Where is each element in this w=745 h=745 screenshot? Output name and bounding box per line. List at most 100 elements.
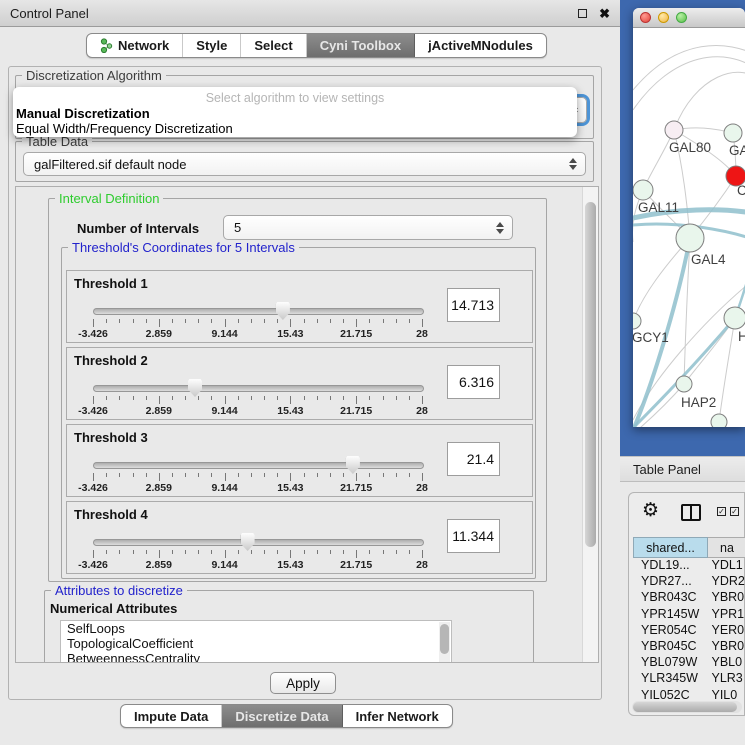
slider-tick [369, 396, 370, 400]
table-row[interactable]: YLR345W YLR3 [633, 671, 745, 687]
numerical-attributes-list[interactable]: SelfLoopsTopologicalCoefficientBetweenne… [60, 620, 452, 663]
apply-button[interactable]: Apply [270, 672, 336, 694]
tab-network[interactable]: Network [87, 34, 183, 57]
slider-tick [343, 473, 344, 477]
network-view-desktop: GAL80GACGAL11GAL4GCY1HHAP2 [620, 0, 745, 456]
slider-track[interactable] [93, 308, 424, 315]
attribute-list-item[interactable]: TopologicalCoefficient [61, 636, 451, 651]
network-node[interactable] [633, 180, 653, 200]
slider-tick [119, 396, 120, 400]
column-header-shared[interactable]: shared... [633, 537, 708, 558]
tab-discretize-data[interactable]: Discretize Data [222, 705, 342, 727]
list-scrollbar[interactable] [439, 622, 450, 663]
slider-tick [396, 473, 397, 477]
tab-style[interactable]: Style [183, 34, 241, 57]
slider-thumb[interactable] [276, 302, 290, 320]
network-node[interactable] [724, 307, 745, 329]
split-columns-icon[interactable] [681, 504, 701, 521]
table-row[interactable]: YER054C YER0 [633, 623, 745, 639]
slider-tick [304, 319, 305, 323]
slider-track[interactable] [93, 385, 424, 392]
tab-select[interactable]: Select [241, 34, 306, 57]
close-icon[interactable]: ✖ [599, 7, 610, 20]
gear-icon[interactable]: ⚙ [642, 499, 659, 521]
slider-thumb[interactable] [346, 456, 360, 474]
column-header-name[interactable]: na [708, 537, 745, 558]
cell-name: YBL0 [703, 655, 745, 671]
network-window[interactable]: GAL80GACGAL11GAL4GCY1HHAP2 [633, 8, 745, 427]
checkbox-icon[interactable]: ✓ [717, 507, 726, 516]
network-edge[interactable] [674, 72, 745, 130]
slider-tick [172, 550, 173, 554]
network-graph[interactable]: GAL80GACGAL11GAL4GCY1HHAP2 [633, 28, 745, 427]
cell-name: YER0 [703, 623, 745, 639]
network-node-label: GAL80 [669, 140, 711, 155]
slider-tick [343, 396, 344, 400]
tab-jactivemnodules[interactable]: jActiveMNodules [415, 34, 546, 57]
threshold-value-field[interactable]: 11.344 [447, 519, 500, 553]
threshold-value-field[interactable]: 14.713 [447, 288, 500, 322]
slider-tick [133, 550, 134, 554]
tab-impute-data[interactable]: Impute Data [121, 705, 222, 727]
network-node-label: H [738, 329, 745, 344]
slider-tick [238, 473, 239, 477]
network-node[interactable] [676, 376, 692, 392]
tab-infer-network[interactable]: Infer Network [343, 705, 452, 727]
slider-tick-label: 15.43 [277, 405, 303, 417]
popup-placeholder-option[interactable]: Select algorithm to view settings [13, 91, 577, 105]
slider-thumb[interactable] [188, 379, 202, 397]
slider-tick-label: 21.715 [340, 405, 372, 417]
table-row[interactable]: YBR045C YBR0 [633, 639, 745, 655]
slider-tick [133, 473, 134, 477]
table-row[interactable]: YDL19... YDL1 [633, 558, 745, 574]
table-data-combo[interactable]: galFiltered.sif default node [23, 152, 586, 176]
slider-tick [396, 550, 397, 554]
cyni-content-panel: Discretization Algorithm Table Data galF… [8, 66, 602, 700]
float-window-icon[interactable] [578, 9, 587, 18]
slider-tick [198, 473, 199, 477]
slider-tick [264, 550, 265, 554]
network-edge[interactable] [633, 45, 745, 90]
minimize-traffic-light-icon[interactable] [658, 12, 669, 23]
popup-option-equal-width[interactable]: Equal Width/Frequency Discretization [16, 121, 233, 136]
scrollbar-thumb[interactable] [585, 202, 596, 547]
threshold-label: Threshold 2 [74, 353, 148, 368]
slider-tick-label: 9.144 [211, 328, 237, 340]
network-node[interactable] [724, 124, 742, 142]
table-row[interactable]: YBL079W YBL0 [633, 655, 745, 671]
attribute-list-item[interactable]: BetweennessCentrality [61, 651, 451, 663]
table-row[interactable]: YBR043C YBR0 [633, 590, 745, 606]
slider-track[interactable] [93, 462, 424, 469]
tab-cyni-toolbox[interactable]: Cyni Toolbox [307, 34, 415, 57]
cell-shared-name: YBR043C [633, 590, 703, 606]
slider-tick [159, 550, 160, 558]
slider-tick [251, 319, 252, 323]
slider-tick-label: 21.715 [340, 559, 372, 571]
table-row[interactable]: YDR27... YDR2 [633, 574, 745, 590]
slider-tick [159, 473, 160, 481]
network-node[interactable] [633, 313, 641, 329]
threshold-value-field[interactable]: 21.4 [447, 442, 500, 476]
number-of-intervals-label: Number of Intervals [77, 221, 199, 236]
cell-name: YLR3 [703, 671, 745, 687]
table-row[interactable]: YPR145W YPR1 [633, 607, 745, 623]
popup-option-manual-discretization[interactable]: Manual Discretization [16, 106, 150, 121]
number-of-intervals-combo[interactable]: 5 [223, 215, 513, 240]
attribute-list-item[interactable]: SelfLoops [61, 621, 451, 636]
network-node[interactable] [711, 414, 727, 427]
cell-shared-name: YPR145W [633, 607, 703, 623]
network-node[interactable] [665, 121, 683, 139]
zoom-traffic-light-icon[interactable] [676, 12, 687, 23]
settings-vertical-scrollbar[interactable] [582, 187, 598, 662]
slider-track[interactable] [93, 539, 424, 546]
slider-thumb[interactable] [241, 533, 255, 551]
close-traffic-light-icon[interactable] [640, 12, 651, 23]
cell-shared-name: YLR345W [633, 671, 703, 687]
scrollbar-thumb[interactable] [633, 702, 737, 712]
network-node[interactable] [676, 224, 704, 252]
checkbox-icon[interactable]: ✓ [730, 507, 739, 516]
horizontal-scrollbar[interactable] [632, 701, 742, 713]
slider-tick [211, 319, 212, 323]
network-edge-thick[interactable] [735, 240, 745, 318]
threshold-value-field[interactable]: 6.316 [447, 365, 500, 399]
